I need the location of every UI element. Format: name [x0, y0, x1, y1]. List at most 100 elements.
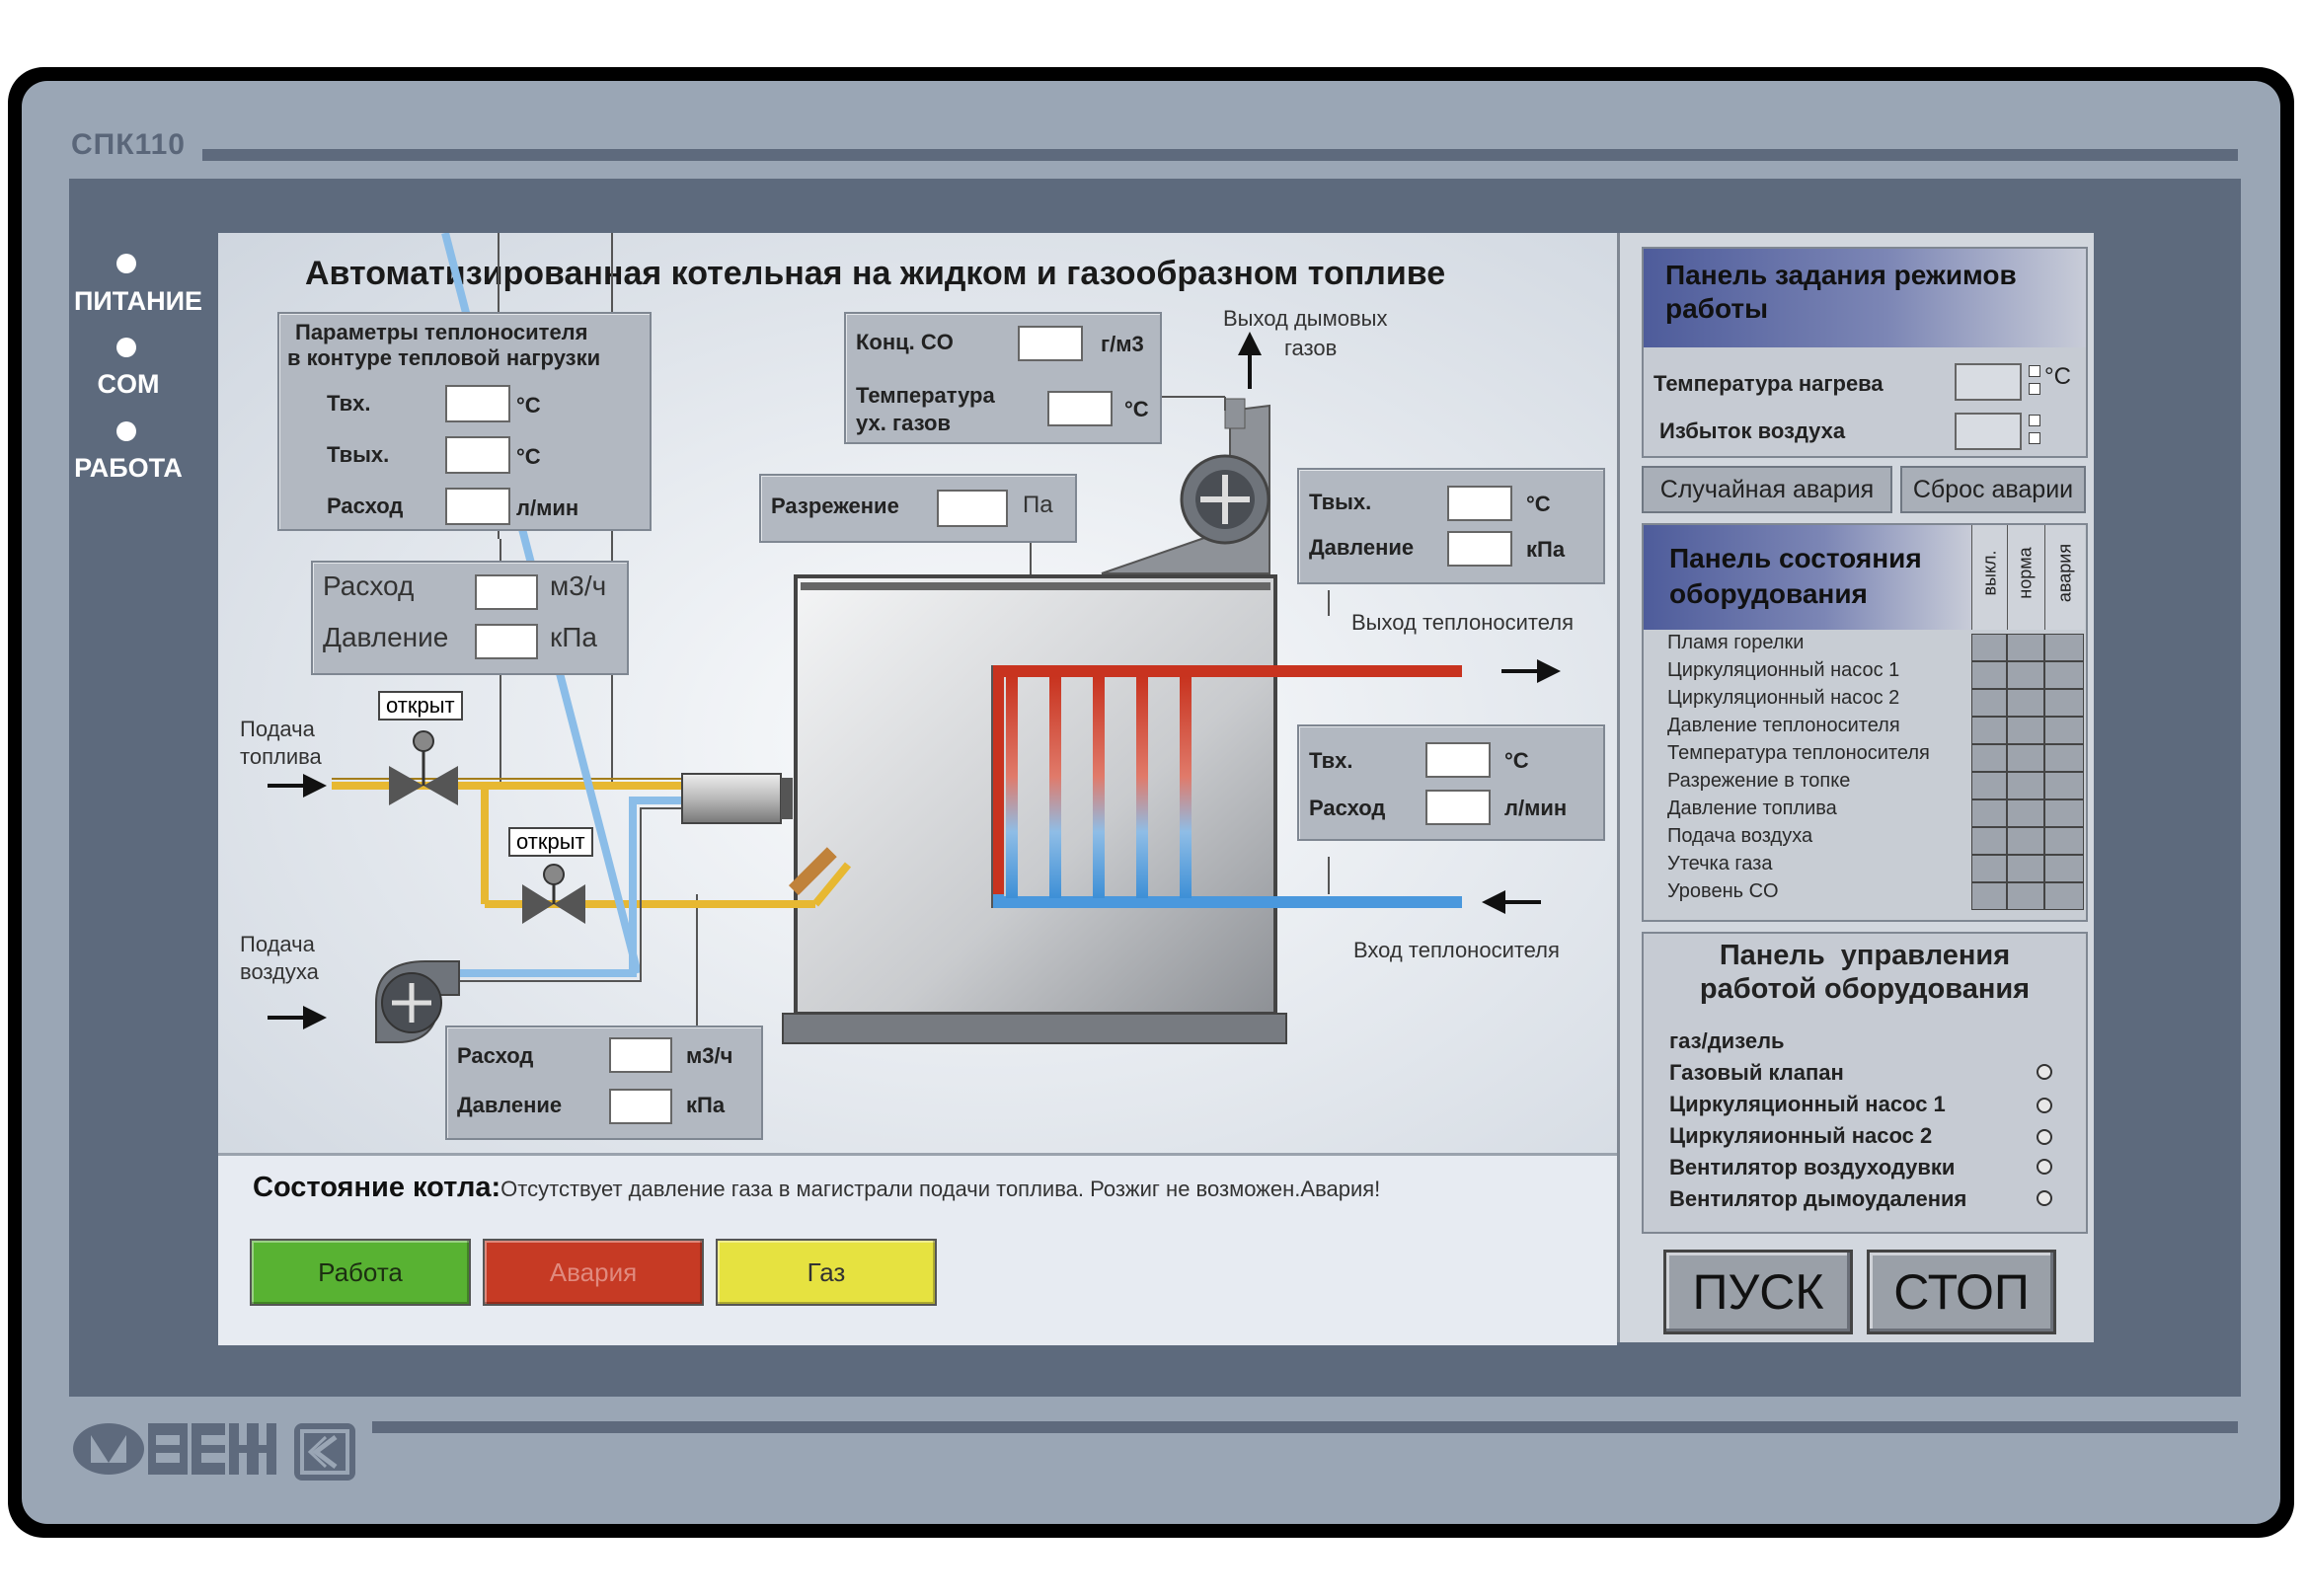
right-control-column: Панель задания режимов работы Температур…	[1617, 233, 2094, 1342]
coolant-inlet-panel: Твх. °С Расход л/мин	[1297, 724, 1605, 841]
air-excess-down[interactable]	[2029, 432, 2040, 444]
smoke-outlet-label-2: газов	[1284, 336, 1338, 360]
mode-setting-panel: Панель задания режимов работы Температур…	[1642, 247, 2088, 458]
boiler-status-area: Состояние котла:Отсутствует давление газ…	[218, 1153, 1617, 1345]
air-pressure-label: Давление	[457, 1093, 563, 1117]
state-indicator-cell	[2044, 717, 2084, 744]
chimney-top	[1224, 398, 1246, 429]
fuel-flow-panel: Расход м3/ч Давление кПа	[311, 561, 629, 675]
tout-unit: °С	[516, 444, 541, 469]
state-col-alarm: авария	[2044, 525, 2085, 630]
inlet-flow-value-field[interactable]	[1425, 790, 1491, 825]
state-item: Давление теплоносителя	[1667, 715, 1900, 736]
work-led-label: РАБОТА	[74, 453, 183, 483]
fuel-flow-value-field[interactable]	[475, 574, 538, 610]
state-item: Давление топлива	[1667, 798, 1837, 819]
state-indicator-cell	[2044, 661, 2084, 689]
air-pressure-value-field[interactable]	[609, 1089, 672, 1124]
tin-value-field[interactable]	[445, 385, 510, 422]
gas-valve-label: Газовый клапан	[1669, 1060, 1844, 1085]
heating-temp-input[interactable]	[1955, 363, 2022, 401]
heat-panel-title-2: в контуре тепловой нагрузки	[287, 345, 601, 370]
work-indicator-button[interactable]: Работа	[250, 1239, 471, 1306]
state-col-off: выкл.	[1971, 525, 2008, 630]
state-indicator-cell	[2044, 827, 2084, 855]
air-supply-label-1: Подача	[240, 932, 315, 956]
air-pressure-unit: кПа	[686, 1093, 726, 1117]
flow-value-field[interactable]	[445, 488, 510, 525]
inlet-flow-label: Расход	[1309, 796, 1386, 820]
fuel-flow-label: Расход	[323, 570, 415, 601]
air-excess-input[interactable]	[1955, 413, 2022, 450]
pump-2-radio[interactable]	[2037, 1129, 2052, 1145]
exhaust-fan-label: Вентилятор дымоудаления	[1669, 1186, 1967, 1211]
inlet-temp-label: Твх.	[1309, 748, 1353, 773]
air-excess-label: Избыток воздуха	[1659, 418, 1846, 443]
control-panel-title-1: Панель управления	[1719, 940, 2011, 971]
com-led	[116, 338, 136, 357]
co-flue-gas-panel: Конц. CO г/м3 Температура ух. газов °С	[844, 312, 1162, 444]
smoke-outlet-label-1: Выход дымовых	[1223, 306, 1388, 331]
start-button[interactable]: ПУСК	[1663, 1250, 1853, 1334]
state-item: Пламя горелки	[1667, 632, 1805, 653]
exhaust-fan-radio[interactable]	[2037, 1190, 2052, 1206]
state-indicator-cell	[2007, 634, 2044, 661]
air-flow-label: Расход	[457, 1043, 534, 1068]
co-value-field[interactable]	[1018, 326, 1083, 361]
outlet-pressure-unit: кПа	[1526, 537, 1566, 562]
boiler-body	[794, 574, 1277, 1016]
stop-button[interactable]: СТОП	[1867, 1250, 2056, 1334]
tout-value-field[interactable]	[445, 436, 510, 474]
air-flow-panel: Расход м3/ч Давление кПа	[445, 1026, 763, 1140]
pump-1-label: Циркуляционный насос 1	[1669, 1092, 1946, 1116]
fuel-valve-1	[389, 766, 423, 805]
state-item: Циркуляционный насос 1	[1667, 659, 1900, 681]
state-indicator-grid	[1971, 632, 2084, 918]
random-fault-button[interactable]: Случайная авария	[1642, 466, 1892, 513]
state-indicator-cell	[2044, 882, 2084, 910]
inlet-temp-unit: °С	[1504, 748, 1529, 773]
flue-temp-unit: °С	[1124, 397, 1149, 421]
state-item: Утечка газа	[1667, 853, 1773, 874]
air-supply-label-2: воздуха	[240, 959, 319, 984]
equipment-control-panel: Панель управления работой оборудования г…	[1642, 932, 2088, 1234]
state-col-alarm-label: авария	[2054, 543, 2075, 603]
inlet-flow-unit: л/мин	[1504, 796, 1568, 820]
air-excess-up[interactable]	[2029, 415, 2040, 426]
gas-indicator-button[interactable]: Газ	[716, 1239, 937, 1306]
state-indicator-cell	[1971, 772, 2007, 799]
top-divider	[202, 149, 2238, 161]
heating-temp-label: Температура нагрева	[1653, 371, 1884, 396]
fuel-pressure-value-field[interactable]	[475, 624, 538, 659]
outlet-temp-value-field[interactable]	[1447, 486, 1512, 521]
outlet-temp-unit: °С	[1526, 492, 1551, 516]
alarm-indicator-button[interactable]: Авария	[483, 1239, 704, 1306]
state-indicator-cell	[2007, 772, 2044, 799]
reset-fault-button[interactable]: Сброс аварии	[1900, 466, 2086, 513]
fuel-pressure-label: Давление	[323, 622, 449, 652]
flue-temp-label-1: Температура	[856, 383, 995, 408]
vacuum-value-field[interactable]	[937, 490, 1008, 527]
state-indicator-cell	[2007, 882, 2044, 910]
state-col-normal-label: норма	[2015, 547, 2036, 599]
state-indicator-cell	[1971, 661, 2007, 689]
blower-fan-radio[interactable]	[2037, 1159, 2052, 1175]
flue-temp-value-field[interactable]	[1047, 391, 1113, 426]
bottom-divider	[372, 1421, 2238, 1433]
equipment-state-panel: Панель состояния оборудования выкл. норм…	[1642, 523, 2088, 922]
pump-2-label: Циркуляионный насос 2	[1669, 1123, 1933, 1148]
hmi-screen: Автоматизированная котельная на жидком и…	[218, 233, 2094, 1345]
heating-temp-up[interactable]	[2029, 365, 2040, 377]
heat-panel-title-1: Параметры теплоносителя	[295, 320, 588, 344]
pump-1-radio[interactable]	[2037, 1098, 2052, 1113]
outlet-pressure-value-field[interactable]	[1447, 531, 1512, 567]
vacuum-label: Разрежение	[771, 494, 899, 518]
inlet-temp-value-field[interactable]	[1425, 742, 1491, 778]
flow-unit: л/мин	[516, 495, 579, 520]
heating-temp-down[interactable]	[2029, 383, 2040, 395]
air-flow-value-field[interactable]	[609, 1037, 672, 1073]
gas-valve-radio[interactable]	[2037, 1064, 2052, 1080]
owen-logo	[69, 1421, 278, 1477]
flue-temp-label-2: ух. газов	[856, 411, 951, 435]
state-indicator-cell	[2044, 799, 2084, 827]
